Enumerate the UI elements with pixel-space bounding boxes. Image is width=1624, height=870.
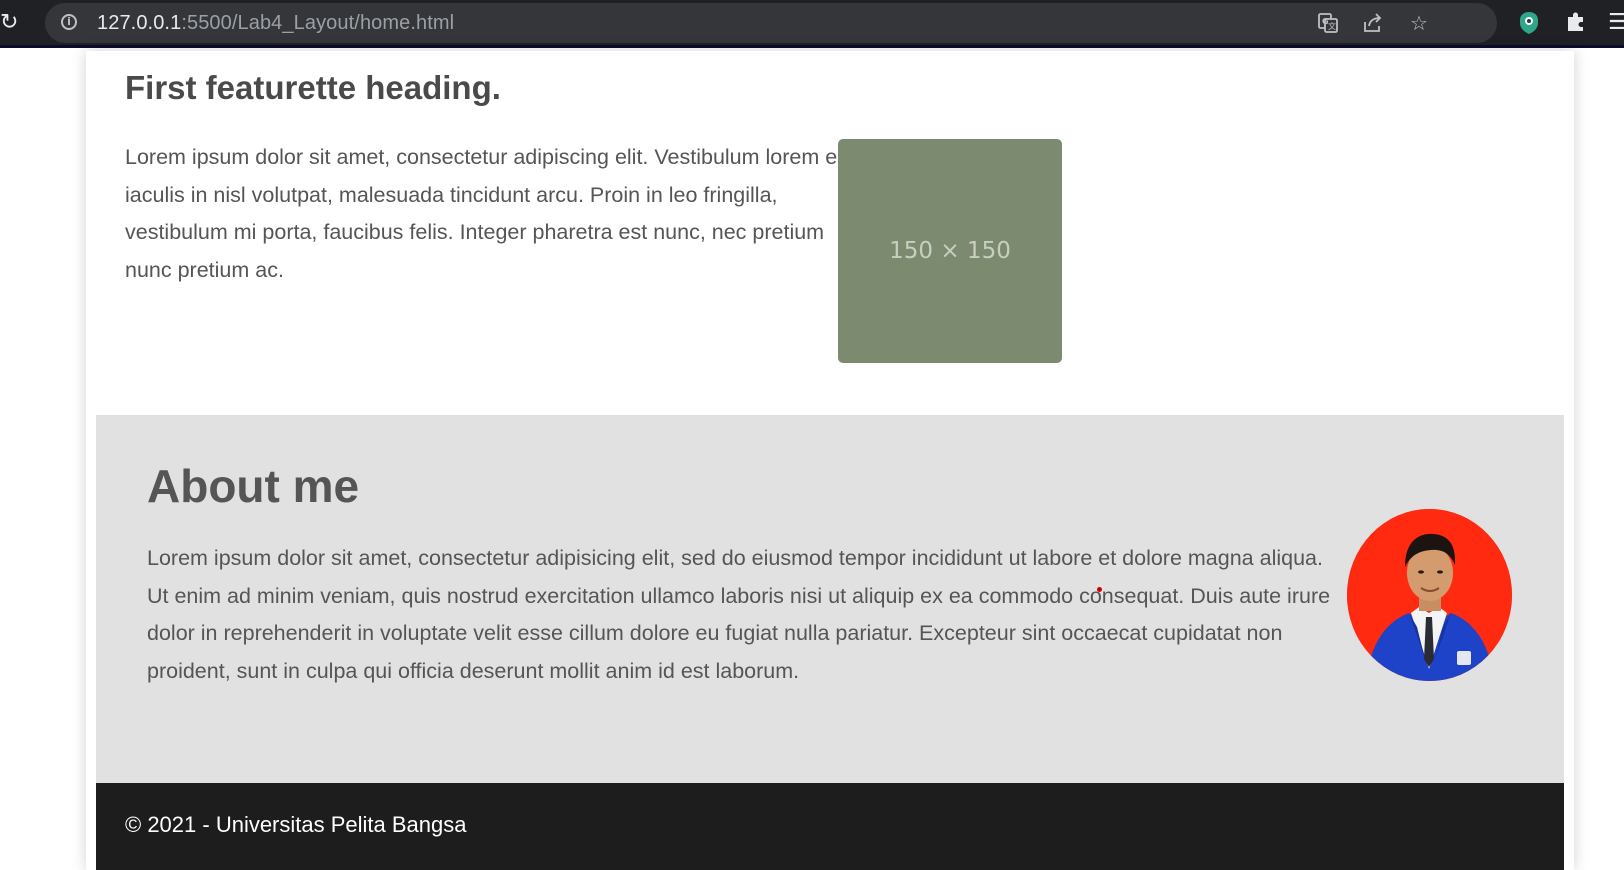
placeholder-image: 150 × 150 [838, 139, 1062, 363]
featurette-section: First featurette heading. Lorem ipsum do… [96, 51, 1564, 415]
cursor-dot [1097, 587, 1102, 592]
menu-icon[interactable]: ☰ [1608, 10, 1624, 36]
browser-toolbar: ↻ i 127.0.0.1:5500/Lab4_Layout/home.html… [0, 0, 1624, 48]
about-section: About me Lorem ipsum dolor sit amet, con… [96, 415, 1564, 783]
extension-eye-icon[interactable] [1516, 10, 1542, 36]
reload-icon[interactable]: ↻ [0, 11, 22, 35]
featurette-heading: First featurette heading. [125, 69, 501, 106]
info-icon[interactable]: i [61, 14, 77, 30]
featurette-text: Lorem ipsum dolor sit amet, consectetur … [125, 145, 859, 282]
footer-copyright: © 2021 - Universitas Pelita Bangsa [125, 812, 467, 837]
url-path: :5500/Lab4_Layout/home.html [181, 12, 455, 34]
svg-text:文: 文 [1328, 21, 1336, 31]
about-heading: About me [147, 460, 360, 512]
about-text: Lorem ipsum dolor sit amet, consectetur … [147, 546, 1331, 683]
extensions-puzzle-icon[interactable] [1563, 10, 1589, 36]
avatar [1347, 509, 1512, 681]
url-host: 127.0.0.1 [97, 12, 182, 34]
bookmark-star-icon[interactable]: ☆ [1407, 11, 1431, 35]
placeholder-image-label: 150 × 150 [889, 238, 1011, 264]
page-footer: © 2021 - Universitas Pelita Bangsa [96, 783, 1564, 870]
translate-icon[interactable]: G文 [1316, 11, 1340, 35]
address-bar[interactable]: i 127.0.0.1:5500/Lab4_Layout/home.html G… [45, 3, 1497, 43]
share-icon[interactable] [1361, 11, 1385, 35]
url-text[interactable]: 127.0.0.1:5500/Lab4_Layout/home.html [97, 12, 454, 34]
